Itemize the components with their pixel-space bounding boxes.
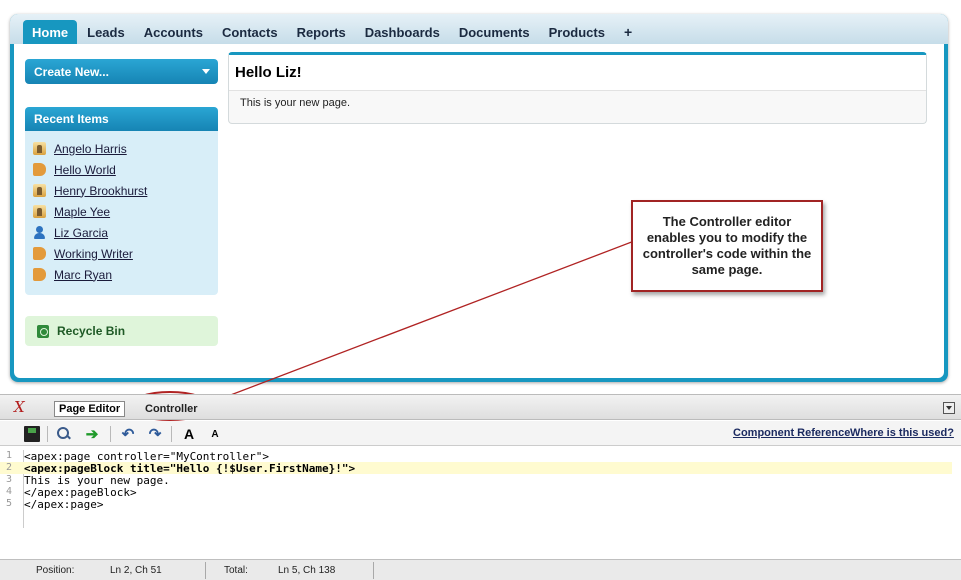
- contact-icon: [33, 142, 46, 155]
- line-number: 3: [5, 474, 12, 485]
- recycle-bin-label: Recycle Bin: [57, 324, 126, 338]
- code-line-highlighted[interactable]: 2 <apex:pageBlock title="Hello {!$User.F…: [0, 462, 952, 475]
- page-block-body: This is your new page.: [240, 97, 351, 109]
- recent-item-label[interactable]: Working Writer: [54, 247, 133, 261]
- toolbar-separator: [110, 426, 111, 442]
- account-icon: [33, 247, 46, 260]
- contact-icon: [33, 184, 46, 197]
- redo-icon[interactable]: ↷: [147, 426, 163, 443]
- tab-home[interactable]: Home: [23, 20, 78, 44]
- recent-item[interactable]: Henry Brookhurst: [33, 180, 218, 201]
- code-line[interactable]: 5 </apex:page>: [0, 498, 952, 511]
- component-reference-link[interactable]: Component Reference: [733, 427, 850, 439]
- increase-font-button[interactable]: A: [181, 426, 197, 442]
- recycle-bin-icon: [37, 324, 49, 338]
- code-text[interactable]: <apex:page controller="MyController">: [14, 450, 269, 463]
- line-number: 2: [5, 462, 12, 473]
- status-separator: [205, 562, 206, 579]
- tab-products[interactable]: Products: [540, 20, 614, 44]
- account-icon: [33, 268, 46, 281]
- code-line[interactable]: 3 This is your new page.: [0, 474, 952, 487]
- recent-item[interactable]: Hello World: [33, 159, 218, 180]
- tab-dashboards[interactable]: Dashboards: [356, 20, 449, 44]
- recent-item-label[interactable]: Hello World: [54, 163, 116, 177]
- tab-contacts[interactable]: Contacts: [213, 20, 287, 44]
- code-text[interactable]: </apex:page>: [14, 498, 103, 511]
- total-value: Ln 5, Ch 138: [278, 565, 336, 576]
- tab-accounts[interactable]: Accounts: [135, 20, 212, 44]
- line-number: 1: [5, 450, 12, 461]
- contact-icon: [33, 205, 46, 218]
- recent-items-list: Angelo Harris Hello World Henry Brookhur…: [25, 131, 218, 285]
- recent-items-header: Recent Items: [25, 107, 218, 131]
- line-number: 5: [5, 498, 12, 509]
- toolbar-separator: [171, 426, 172, 442]
- recent-item-label[interactable]: Liz Garcia: [54, 226, 108, 240]
- recent-item-label[interactable]: Angelo Harris: [54, 142, 127, 156]
- code-text[interactable]: </apex:pageBlock>: [14, 486, 137, 499]
- recent-item[interactable]: Liz Garcia: [33, 222, 218, 243]
- recent-item-label[interactable]: Marc Ryan: [54, 268, 112, 282]
- main-tab-bar: Home Leads Accounts Contacts Reports Das…: [10, 14, 948, 44]
- create-new-label: Create New...: [34, 64, 109, 79]
- search-icon[interactable]: [56, 426, 72, 442]
- editor-tab-bar: X Page Editor Controller: [0, 394, 961, 420]
- recycle-bin-link[interactable]: Recycle Bin: [25, 316, 218, 346]
- tab-controller[interactable]: Controller: [141, 401, 202, 417]
- code-text[interactable]: This is your new page.: [14, 474, 170, 487]
- code-text[interactable]: <apex:pageBlock title="Hello {!$User.Fir…: [14, 462, 355, 475]
- tab-reports[interactable]: Reports: [288, 20, 355, 44]
- undo-icon[interactable]: ↶: [120, 426, 136, 443]
- recent-item-label[interactable]: Henry Brookhurst: [54, 184, 147, 198]
- position-value: Ln 2, Ch 51: [110, 565, 162, 576]
- status-separator: [373, 562, 374, 579]
- chevron-down-icon: [202, 69, 210, 74]
- code-line[interactable]: 4 </apex:pageBlock>: [0, 486, 952, 499]
- user-icon: [33, 226, 46, 239]
- recent-item[interactable]: Marc Ryan: [33, 264, 218, 285]
- line-number: 4: [5, 486, 12, 497]
- where-used-link[interactable]: Where is this used?: [850, 427, 954, 439]
- page-block-title: Hello Liz!: [229, 55, 926, 91]
- go-to-line-icon[interactable]: ➔: [84, 426, 100, 443]
- recent-items-panel: Recent Items Angelo Harris Hello World H…: [25, 107, 218, 295]
- recent-item[interactable]: Working Writer: [33, 243, 218, 264]
- total-label: Total:: [224, 565, 248, 576]
- app-frame: Home Leads Accounts Contacts Reports Das…: [10, 14, 948, 382]
- add-tab-button[interactable]: +: [615, 20, 641, 44]
- close-icon[interactable]: X: [14, 398, 25, 416]
- recent-item-label[interactable]: Maple Yee: [54, 205, 110, 219]
- collapse-editor-button[interactable]: [943, 402, 955, 414]
- page-block: Hello Liz! This is your new page.: [228, 52, 927, 124]
- code-editor[interactable]: 1 <apex:page controller="MyController"> …: [0, 446, 961, 559]
- tab-documents[interactable]: Documents: [450, 20, 539, 44]
- status-bar: Position: Ln 2, Ch 51 Total: Ln 5, Ch 13…: [0, 559, 961, 580]
- recent-item[interactable]: Maple Yee: [33, 201, 218, 222]
- save-icon[interactable]: [24, 426, 40, 442]
- position-label: Position:: [36, 565, 75, 576]
- recent-item[interactable]: Angelo Harris: [33, 138, 218, 159]
- account-icon: [33, 163, 46, 176]
- tab-page-editor[interactable]: Page Editor: [54, 401, 126, 417]
- decrease-font-button[interactable]: A: [207, 426, 223, 442]
- callout-box: The Controller editor enables you to mod…: [631, 200, 823, 292]
- editor-toolbar: ➔ ↶ ↷ A A Component Reference Where is t…: [0, 421, 961, 446]
- toolbar-separator: [47, 426, 48, 442]
- tab-leads[interactable]: Leads: [78, 20, 134, 44]
- create-new-button[interactable]: Create New...: [25, 59, 218, 84]
- code-line[interactable]: 1 <apex:page controller="MyController">: [0, 450, 952, 463]
